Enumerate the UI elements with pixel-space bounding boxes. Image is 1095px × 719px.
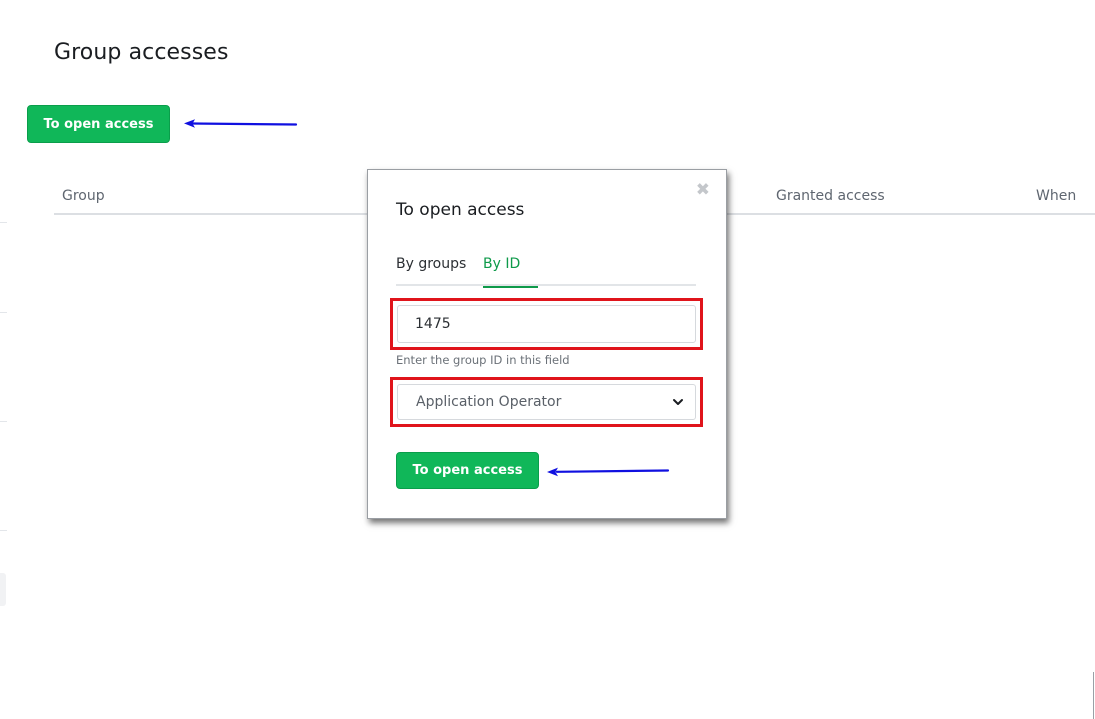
modal-tabs: By groups By ID <box>396 256 696 288</box>
annotation-arrow-icon <box>547 467 670 477</box>
scrollbar-edge <box>1093 672 1094 719</box>
close-icon[interactable]: ✖ <box>696 182 710 199</box>
column-header-granted-access[interactable]: Granted access <box>776 188 885 204</box>
page-title: Group accesses <box>54 40 229 65</box>
column-header-group[interactable]: Group <box>62 188 105 204</box>
access-role-value: Application Operator <box>416 394 562 410</box>
edge-divider <box>0 421 7 422</box>
tab-by-id[interactable]: By ID <box>483 256 538 288</box>
access-role-select[interactable]: Application Operator <box>397 384 696 420</box>
edge-divider <box>0 222 7 223</box>
column-header-when[interactable]: When <box>1036 188 1076 204</box>
submit-open-access-button[interactable]: To open access <box>396 452 539 489</box>
side-panel-handle[interactable] <box>0 573 6 606</box>
group-id-input[interactable] <box>397 305 696 343</box>
open-access-button[interactable]: To open access <box>27 105 170 143</box>
annotation-arrow-icon <box>184 119 298 128</box>
edge-divider <box>0 312 7 313</box>
edge-divider <box>0 530 7 531</box>
modal-title: To open access <box>396 200 525 220</box>
chevron-down-icon <box>673 399 683 405</box>
tab-by-groups[interactable]: By groups <box>396 256 466 286</box>
group-id-help-text: Enter the group ID in this field <box>396 353 570 367</box>
